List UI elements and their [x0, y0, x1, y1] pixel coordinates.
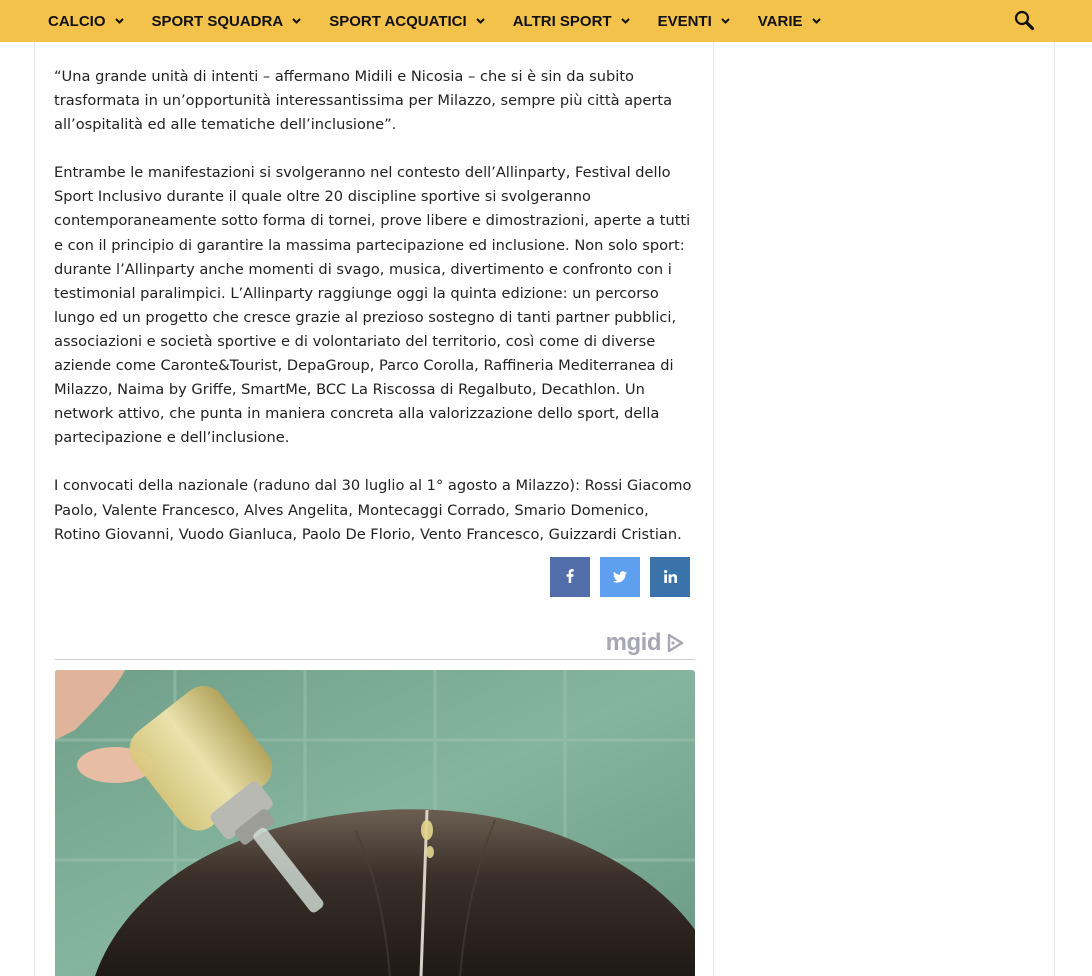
sidebar-column — [714, 42, 1055, 976]
menu-item-label: SPORT ACQUATICI — [329, 12, 467, 30]
facebook-icon — [566, 568, 574, 587]
chevron-down-icon — [721, 18, 730, 24]
menu-item-calcio[interactable]: CALCIO — [34, 0, 138, 42]
mgid-logo[interactable]: mgid — [606, 629, 685, 657]
menu-item-label: SPORT SQUADRA — [151, 12, 284, 30]
menu-item-label: VARIE — [757, 12, 803, 30]
menu-item-eventi[interactable]: EVENTI — [644, 0, 744, 42]
search-icon — [1013, 10, 1037, 37]
menu-item-sport-squadra[interactable]: SPORT SQUADRA — [138, 0, 316, 42]
chevron-down-icon — [811, 18, 821, 24]
main-menu: CALCIO SPORT SQUADRA SPORT ACQUATICI ALT… — [34, 0, 835, 42]
share-buttons — [550, 557, 690, 597]
menu-item-label: ALTRI SPORT — [512, 12, 612, 30]
ad-image[interactable] — [55, 670, 695, 976]
chevron-down-icon — [292, 18, 301, 24]
chevron-down-icon — [114, 18, 124, 24]
article-body: “Una grande unità di intenti – affermano… — [54, 65, 694, 571]
twitter-icon — [613, 568, 627, 587]
chevron-down-icon — [620, 18, 630, 24]
menu-item-label: EVENTI — [657, 12, 712, 30]
linkedin-share-button[interactable] — [650, 557, 690, 597]
mgid-logo-text: mgid — [605, 629, 662, 656]
facebook-share-button[interactable] — [550, 557, 590, 597]
chevron-down-icon — [475, 18, 485, 24]
top-navigation-bar: CALCIO SPORT SQUADRA SPORT ACQUATICI ALT… — [0, 0, 1092, 42]
ad-widget-header: mgid — [55, 628, 695, 660]
article-paragraph: “Una grande unità di intenti – affermano… — [54, 68, 673, 134]
menu-item-label: CALCIO — [48, 12, 106, 30]
menu-item-varie[interactable]: VARIE — [744, 0, 835, 42]
linkedin-icon — [663, 568, 677, 587]
menu-item-sport-acquatici[interactable]: SPORT ACQUATICI — [315, 0, 499, 42]
adchoices-icon — [667, 633, 684, 653]
article-paragraph: I convocati della nazionale (raduno dal … — [54, 477, 692, 543]
article-paragraph: Entrambe le manifestazioni si svolgerann… — [54, 164, 691, 447]
search-button[interactable] — [1013, 9, 1037, 33]
twitter-share-button[interactable] — [600, 557, 640, 597]
menu-item-altri-sport[interactable]: ALTRI SPORT — [499, 0, 644, 42]
